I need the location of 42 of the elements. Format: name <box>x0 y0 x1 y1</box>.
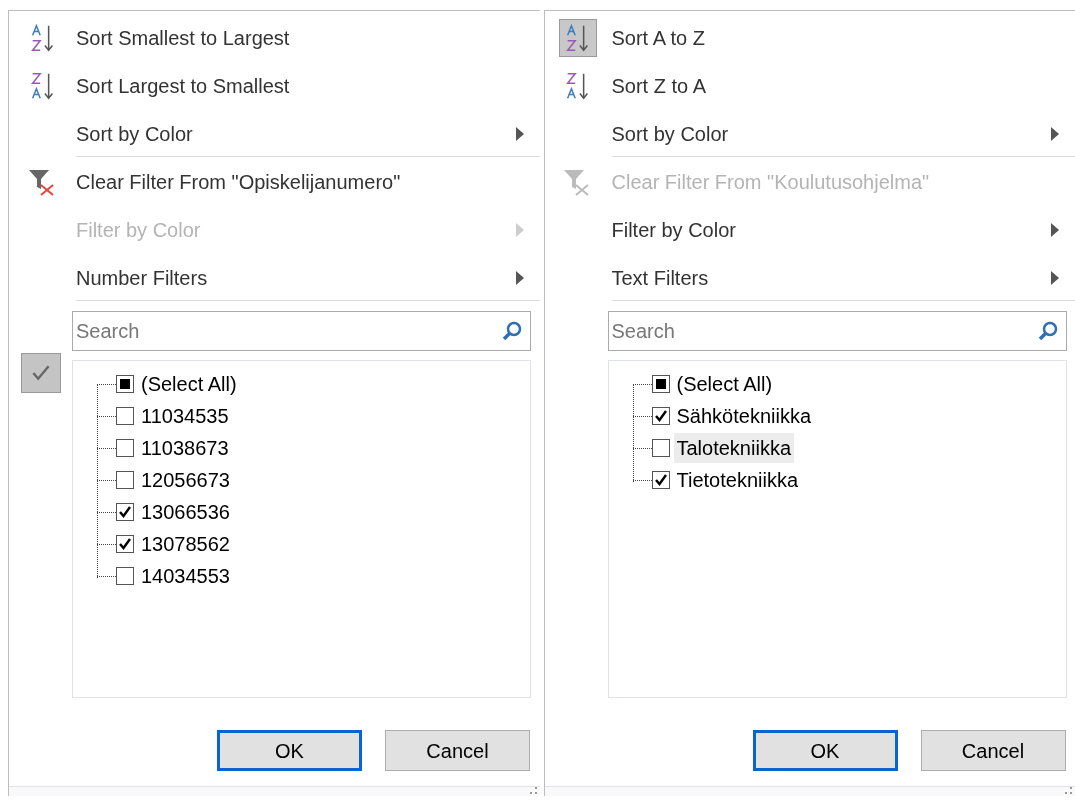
menu-item[interactable]: Sort Smallest to Largest <box>76 23 290 53</box>
menu-item[interactable]: Filter by Color <box>611 215 736 245</box>
search-icon <box>1036 320 1059 342</box>
search-field[interactable]: Search <box>72 311 531 351</box>
checkbox[interactable] <box>651 439 670 457</box>
resize-grip-icon[interactable] <box>529 787 538 795</box>
search-icon <box>501 320 523 342</box>
menu-item[interactable]: Sort by Color <box>611 119 729 149</box>
menu-item[interactable]: Clear Filter From "Opiskelijanumero" <box>76 167 401 197</box>
list-item[interactable]: Sähkötekniikka <box>673 401 815 431</box>
list-item[interactable]: 12056673 <box>138 465 233 495</box>
list-item[interactable]: 13066536 <box>138 497 233 527</box>
list-item[interactable]: (Select All) <box>138 369 240 399</box>
checkbox[interactable] <box>116 535 134 553</box>
checkbox[interactable] <box>116 567 134 585</box>
dialog-button[interactable]: OK <box>752 730 898 771</box>
checkbox[interactable] <box>651 407 670 425</box>
list-item[interactable]: 11034535 <box>138 401 232 431</box>
checkbox[interactable] <box>116 471 134 489</box>
list-item[interactable]: (Select All) <box>673 369 776 399</box>
checkbox[interactable] <box>116 439 134 457</box>
list-item[interactable]: 11038673 <box>138 433 232 463</box>
menu-item[interactable]: Sort Z to A <box>611 71 706 101</box>
dialog-button[interactable]: Cancel <box>385 730 530 771</box>
menu-item[interactable]: Sort Largest to Smallest <box>76 71 290 101</box>
menu-item[interactable]: Sort A to Z <box>611 23 705 53</box>
list-item[interactable]: Talotekniikka <box>673 433 794 463</box>
checkbox[interactable] <box>651 471 670 489</box>
menu-item[interactable]: Sort by Color <box>76 119 193 149</box>
list-item[interactable]: Tietotekniikka <box>673 465 802 495</box>
checkbox[interactable] <box>651 375 670 393</box>
dialog-button[interactable]: OK <box>217 730 362 771</box>
list-item[interactable]: 13078562 <box>138 529 233 559</box>
dialog-button[interactable]: Cancel <box>920 730 1066 771</box>
search-field[interactable]: Search <box>607 311 1067 351</box>
resize-grip-icon[interactable] <box>1065 787 1073 795</box>
checkbox[interactable] <box>116 375 134 393</box>
menu-item[interactable]: Number Filters <box>76 263 208 293</box>
checkbox[interactable] <box>116 407 134 425</box>
list-item[interactable]: 14034553 <box>138 561 233 591</box>
checkbox[interactable] <box>116 503 134 521</box>
menu-item[interactable]: Text Filters <box>611 263 709 293</box>
